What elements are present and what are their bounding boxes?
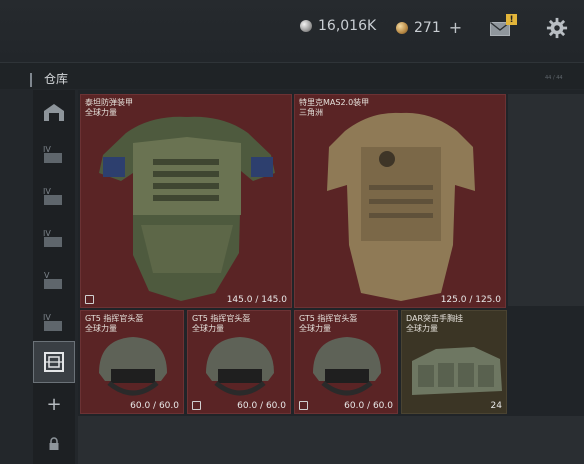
svg-text:IV: IV — [43, 313, 51, 322]
locked-tab — [34, 424, 74, 464]
gold-currency: 271 + — [396, 18, 462, 37]
lock-icon — [49, 437, 59, 450]
add-tab-button[interactable]: + — [34, 384, 74, 424]
item-durability: 60.0 / 60.0 — [130, 401, 179, 411]
sidebar-tab-container-5[interactable]: IV — [34, 302, 74, 342]
sidebar-tab-container-1[interactable]: IV — [34, 134, 74, 174]
mail-badge: ! — [506, 14, 517, 25]
empty-slot — [78, 416, 584, 464]
item-name: GT5 指挥官头盔 — [299, 314, 358, 323]
durability-icon — [85, 295, 94, 304]
item-faction: 全球力量 — [85, 324, 117, 333]
container-icon: IV — [43, 313, 62, 331]
storage-sidebar: IV IV IV V IV + — [33, 90, 75, 464]
storage-header: 仓库 44 / 44 — [0, 62, 584, 89]
storage-title: 仓库 — [44, 72, 69, 86]
item-label: GT5 指挥官头盔 全球力量 — [85, 314, 143, 334]
sidebar-tab-container-4[interactable]: V — [34, 260, 74, 300]
durability-icon — [192, 401, 201, 410]
container-icon: IV — [43, 229, 62, 247]
add-currency-button[interactable]: + — [449, 18, 462, 37]
item-durability: 60.0 / 60.0 — [237, 401, 286, 411]
sidebar-tab-container-2[interactable]: IV — [34, 176, 74, 216]
item-label: 特里克MAS2.0装甲 三角洲 — [299, 98, 369, 118]
item-name: 泰坦防弹装甲 — [85, 98, 133, 107]
gold-amount: 271 — [414, 19, 441, 36]
svg-text:IV: IV — [43, 145, 51, 154]
svg-text:IV: IV — [43, 229, 51, 238]
item-label: GT5 指挥官头盔 全球力量 — [192, 314, 250, 334]
inventory-item-chest-rig-dar[interactable]: DAR突击手胸挂 全球力量 24 — [401, 310, 507, 414]
top-bar: 16,016K 271 + ! — [0, 0, 584, 62]
item-durability: 60.0 / 60.0 — [344, 401, 393, 411]
gold-coin-icon — [396, 21, 408, 34]
container-icon: IV — [43, 145, 62, 163]
item-label: GT5 指挥官头盔 全球力量 — [299, 314, 357, 334]
empty-slot — [508, 94, 584, 306]
durability-icon — [299, 401, 308, 410]
item-faction: 全球力量 — [85, 108, 117, 117]
inventory-item-helmet-gt5[interactable]: GT5 指挥官头盔 全球力量 60.0 / 60.0 — [187, 310, 291, 414]
inventory-item-helmet-gt5[interactable]: GT5 指挥官头盔 全球力量 60.0 / 60.0 — [294, 310, 398, 414]
inventory-item-armor-titan[interactable]: 泰坦防弹装甲 全球力量 145.0 / 145.0 — [80, 94, 292, 308]
item-faction: 全球力量 — [299, 324, 331, 333]
sidebar-tab-container-3[interactable]: IV — [34, 218, 74, 258]
silver-currency: 16,016K — [300, 18, 376, 34]
silver-coin-icon — [300, 20, 312, 32]
item-faction: 三角洲 — [299, 108, 323, 117]
item-faction: 全球力量 — [192, 324, 224, 333]
storage-capacity: 44 / 44 — [545, 75, 563, 81]
item-durability: 145.0 / 145.0 — [226, 295, 287, 305]
header-accent-line — [30, 73, 32, 87]
item-label: DAR突击手胸挂 全球力量 — [406, 314, 463, 334]
item-name: DAR突击手胸挂 — [406, 314, 464, 323]
sort-grid-icon — [44, 352, 64, 372]
item-faction: 全球力量 — [406, 324, 438, 333]
sidebar-tab-main[interactable] — [34, 92, 74, 132]
item-name: GT5 指挥官头盔 — [192, 314, 251, 323]
item-durability: 125.0 / 125.0 — [440, 295, 501, 305]
sidebar-tab-sort[interactable] — [33, 341, 75, 383]
item-label: 泰坦防弹装甲 全球力量 — [85, 98, 133, 118]
item-name: GT5 指挥官头盔 — [85, 314, 144, 323]
inventory-grid: 泰坦防弹装甲 全球力量 145.0 / 145.0 特里克MAS2.0装甲 三角… — [78, 90, 584, 464]
silver-amount: 16,016K — [318, 18, 377, 34]
container-icon: V — [44, 271, 62, 289]
body-armor-icon — [327, 112, 475, 302]
svg-text:IV: IV — [43, 187, 51, 196]
svg-text:V: V — [44, 271, 50, 280]
inventory-item-armor-mas[interactable]: 特里克MAS2.0装甲 三角洲 125.0 / 125.0 — [294, 94, 506, 308]
warehouse-icon — [44, 104, 64, 121]
item-name: 特里克MAS2.0装甲 — [299, 98, 370, 107]
body-armor-icon — [99, 116, 275, 301]
container-icon: IV — [43, 187, 62, 205]
inventory-item-helmet-gt5[interactable]: GT5 指挥官头盔 全球力量 60.0 / 60.0 — [80, 310, 184, 414]
item-capacity: 24 — [490, 401, 502, 411]
gear-icon[interactable] — [546, 17, 568, 39]
